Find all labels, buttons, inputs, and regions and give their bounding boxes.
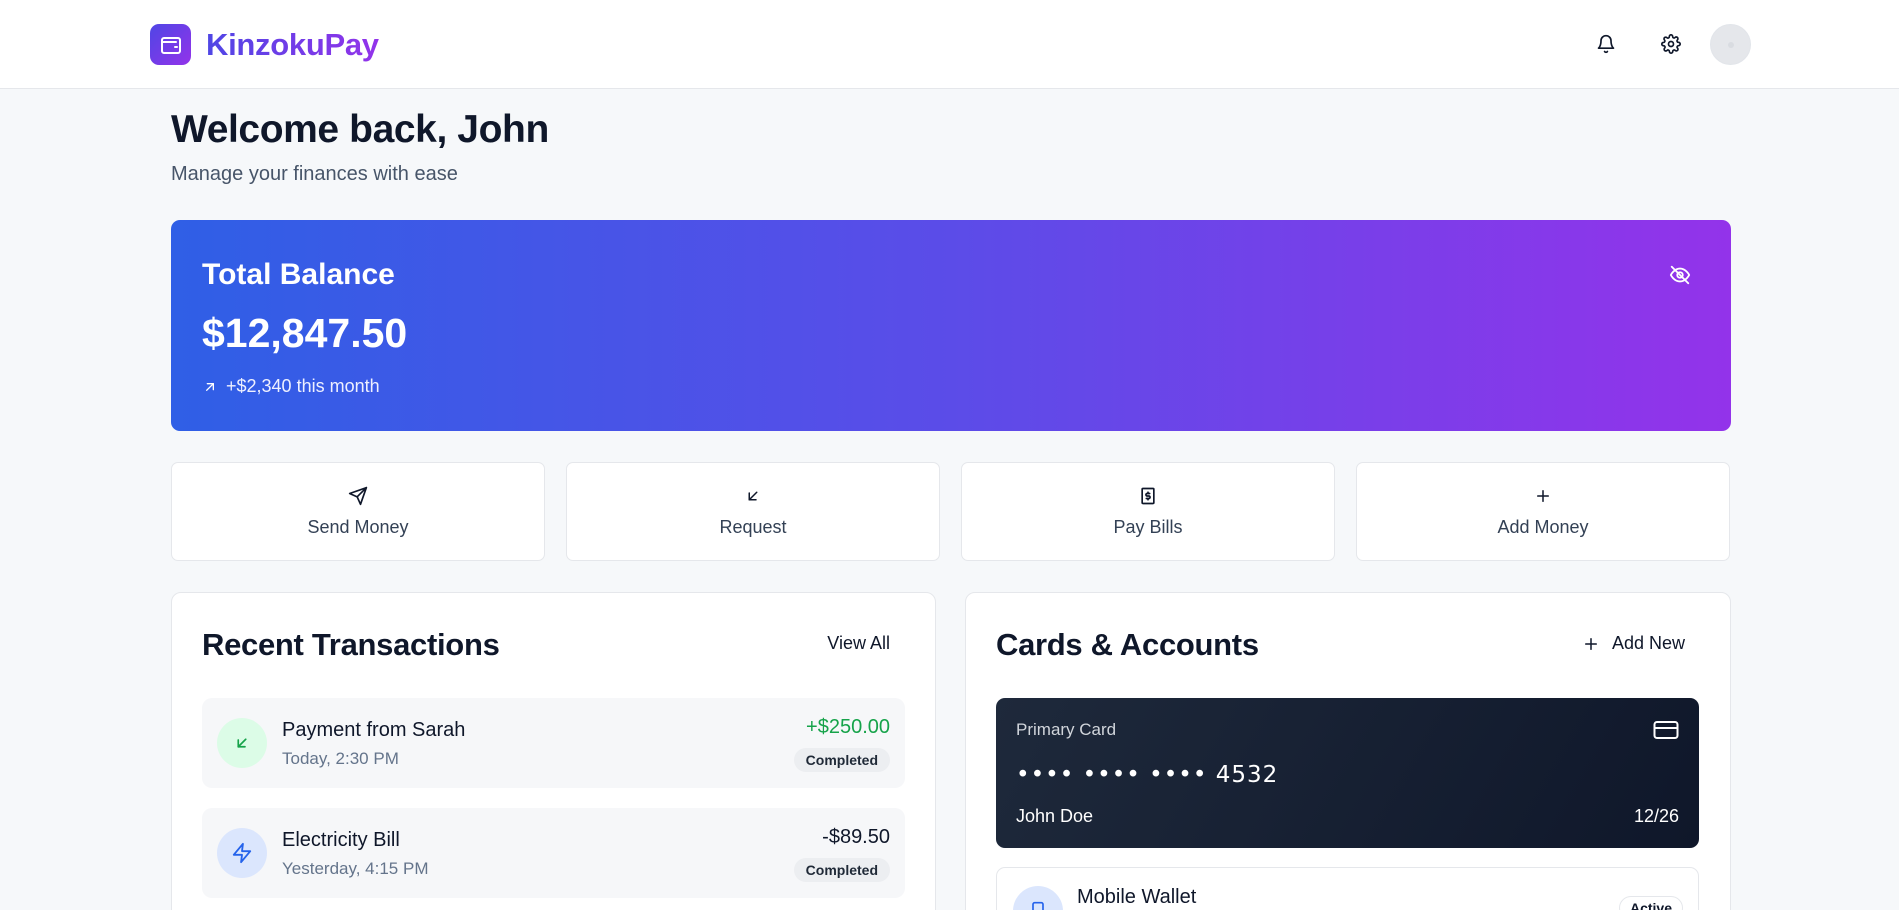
card-last4: 4532 — [1215, 762, 1279, 788]
cards-accounts-title: Cards & Accounts — [996, 627, 1259, 662]
page-subtitle: Manage your finances with ease — [171, 163, 458, 185]
arrow-down-left-icon — [744, 485, 762, 507]
mobile-wallet-account[interactable]: Mobile Wallet Active — [996, 867, 1699, 910]
balance-change: +$2,340 this month — [202, 376, 380, 397]
transaction-amount: +$250.00 — [806, 716, 890, 738]
transaction-row[interactable]: Payment from Sarah Today, 2:30 PM +$250.… — [202, 698, 905, 788]
transaction-name: Electricity Bill — [282, 829, 400, 851]
lightning-icon — [217, 828, 267, 878]
cards-accounts-panel: Cards & Accounts Add New Primary Card ••… — [965, 592, 1731, 910]
transaction-name: Payment from Sarah — [282, 719, 466, 741]
add-new-button[interactable]: Add New — [1582, 633, 1685, 654]
arrow-up-right-icon — [206, 382, 214, 391]
balance-card: Total Balance $12,847.50 +$2,340 this mo… — [171, 220, 1731, 431]
add-money-button[interactable]: Add Money — [1356, 462, 1730, 561]
transaction-amount: -$89.50 — [822, 826, 890, 848]
card-number: •••• •••• •••• 4532 — [1016, 762, 1278, 788]
plus-icon — [1534, 485, 1552, 507]
balance-label: Total Balance — [202, 258, 395, 291]
credit-card-icon — [1653, 720, 1679, 745]
recent-transactions-panel: Recent Transactions View All Payment fro… — [171, 592, 936, 910]
balance-change-text: +$2,340 this month — [226, 376, 380, 396]
eye-off-icon[interactable] — [1665, 260, 1695, 290]
pay-bills-label: Pay Bills — [1113, 517, 1183, 537]
transaction-time: Today, 2:30 PM — [282, 749, 399, 768]
request-button[interactable]: Request — [566, 462, 940, 561]
recent-transactions-title: Recent Transactions — [202, 627, 500, 662]
gear-icon[interactable] — [1650, 23, 1692, 65]
send-money-button[interactable]: Send Money — [171, 462, 545, 561]
wallet-icon[interactable] — [150, 24, 191, 65]
view-all-button[interactable]: View All — [827, 633, 890, 654]
top-navbar: KinzokuPay — [0, 0, 1899, 89]
avatar[interactable] — [1710, 24, 1751, 65]
plus-icon — [1584, 637, 1597, 650]
page-title: Welcome back, John — [171, 108, 549, 151]
status-badge: Completed — [793, 858, 890, 882]
card-holder: John Doe — [1016, 806, 1094, 826]
arrow-down-left-icon — [217, 718, 267, 768]
receipt-icon — [1138, 485, 1158, 507]
pay-bills-button[interactable]: Pay Bills — [961, 462, 1335, 561]
card-label: Primary Card — [1016, 720, 1117, 739]
transaction-time: Yesterday, 4:15 PM — [282, 859, 429, 878]
bell-icon[interactable] — [1585, 23, 1627, 65]
balance-amount: $12,847.50 — [202, 310, 408, 356]
brand-name[interactable]: KinzokuPay — [206, 24, 379, 65]
status-badge: Completed — [793, 748, 890, 772]
transaction-row[interactable]: Electricity Bill Yesterday, 4:15 PM -$89… — [202, 808, 905, 898]
send-money-label: Send Money — [307, 517, 409, 537]
primary-card[interactable]: Primary Card •••• •••• •••• 4532 John Do… — [996, 698, 1699, 848]
status-badge: Active — [1618, 896, 1683, 910]
add-money-label: Add Money — [1497, 517, 1589, 537]
avatar-placeholder-icon — [1727, 41, 1734, 48]
card-expiry: 12/26 — [1633, 806, 1679, 826]
smartphone-icon — [1013, 886, 1063, 910]
wallet-name: Mobile Wallet — [1077, 886, 1197, 908]
card-number-masked: •••• •••• •••• — [1016, 762, 1208, 788]
send-icon — [348, 485, 368, 507]
request-label: Request — [719, 517, 787, 537]
add-new-label: Add New — [1611, 633, 1685, 653]
